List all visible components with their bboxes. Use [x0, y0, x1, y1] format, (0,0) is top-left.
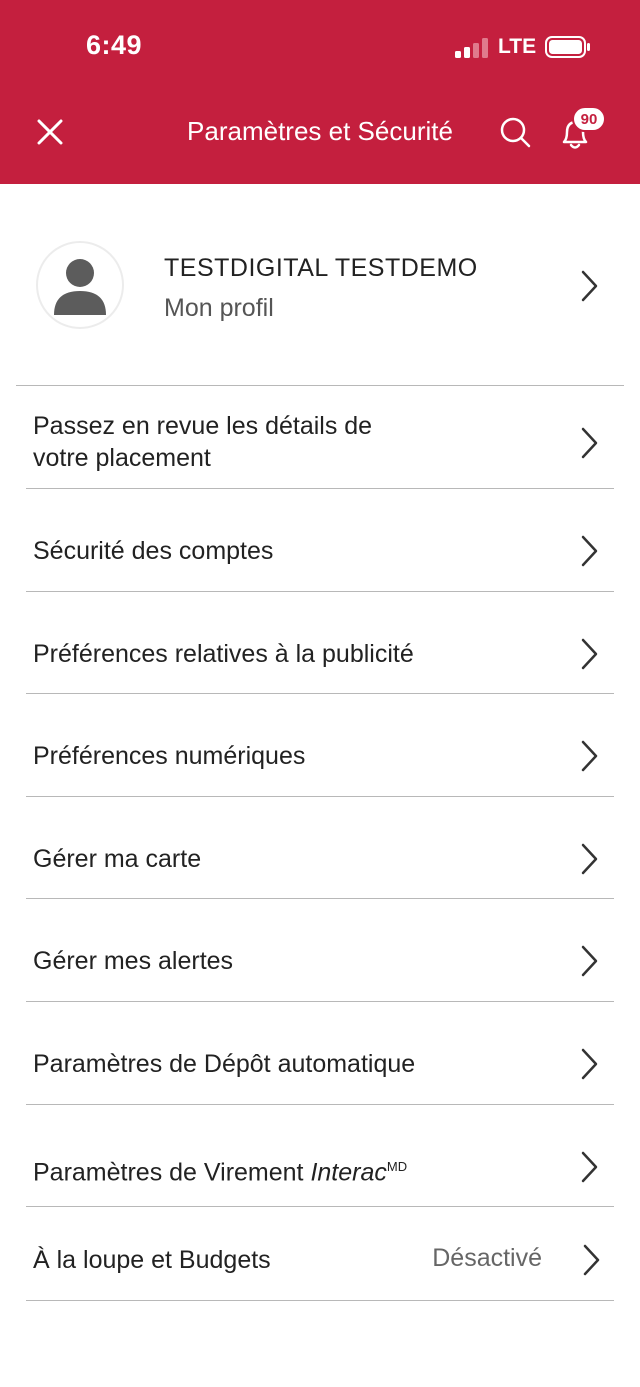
chevron-right-icon	[581, 270, 598, 302]
signal-icon	[455, 38, 488, 58]
menu-item-interac-transfer[interactable]: Paramètres de Virement InteracMD	[26, 1105, 614, 1207]
menu-item-label: Paramètres de Virement InteracMD	[33, 1158, 408, 1187]
notification-badge: 90	[572, 106, 606, 132]
menu-item-ad-preferences[interactable]: Préférences relatives à la publicité	[26, 592, 614, 694]
avatar	[36, 241, 124, 329]
menu-item-label: Sécurité des comptes	[33, 537, 274, 565]
chevron-right-icon	[581, 740, 598, 772]
search-icon	[500, 117, 531, 148]
search-button[interactable]	[496, 112, 536, 152]
status-time: 6:49	[86, 30, 143, 60]
menu-item-label: Gérer mes alertes	[33, 947, 234, 975]
menu-item-label: Préférences numériques	[33, 742, 306, 770]
app-header: 6:49 LTE Paramètres et Sécurité 90	[0, 0, 640, 184]
chevron-right-icon	[581, 945, 598, 977]
menu-item-auto-deposit[interactable]: Paramètres de Dépôt automatique	[26, 1002, 614, 1105]
status-value: Désactivé	[432, 1244, 542, 1272]
user-icon	[54, 259, 106, 315]
chevron-right-icon	[581, 1151, 598, 1183]
chevron-right-icon	[581, 1048, 598, 1080]
battery-icon	[545, 36, 590, 58]
menu-item-manage-card[interactable]: Gérer ma carte	[26, 797, 614, 899]
profile-name: TESTDIGITAL TESTDEMO	[164, 254, 478, 282]
chevron-right-icon	[581, 535, 598, 567]
chevron-right-icon	[583, 1244, 600, 1276]
page-title: Paramètres et Sécurité	[187, 116, 453, 146]
chevron-right-icon	[581, 843, 598, 875]
menu-item-manage-alerts[interactable]: Gérer mes alertes	[26, 899, 614, 1002]
chevron-right-icon	[581, 638, 598, 670]
menu-item-insights-budgets[interactable]: À la loupe et Budgets Désactivé	[26, 1207, 614, 1301]
profile-row[interactable]: TESTDIGITAL TESTDEMO Mon profil	[16, 184, 624, 386]
menu-item-placement-details[interactable]: Passez en revue les détails de votre plac…	[26, 386, 614, 489]
profile-subtitle: Mon profil	[164, 294, 274, 322]
menu-item-label: Gérer ma carte	[33, 845, 202, 873]
menu-item-digital-preferences[interactable]: Préférences numériques	[26, 694, 614, 797]
chevron-right-icon	[581, 427, 598, 459]
menu-item-account-security[interactable]: Sécurité des comptes	[26, 489, 614, 592]
menu-item-label: À la loupe et Budgets	[33, 1246, 271, 1274]
menu-item-label: Préférences relatives à la publicité	[33, 640, 414, 668]
network-label: LTE	[498, 35, 537, 58]
menu-item-label: Paramètres de Dépôt automatique	[33, 1050, 416, 1078]
menu-item-label: Passez en revue les détails de votre plac…	[33, 412, 373, 472]
